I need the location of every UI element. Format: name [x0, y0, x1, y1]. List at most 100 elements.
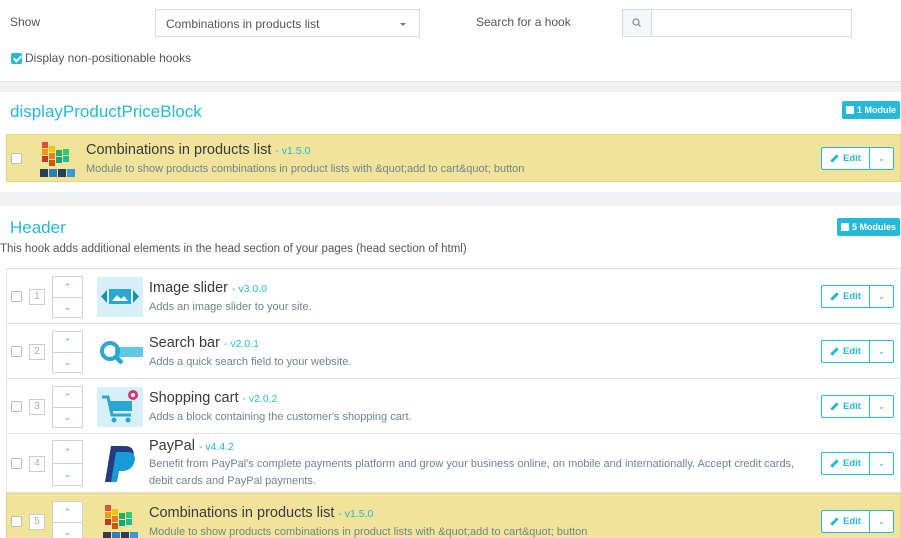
- move-arrows: ⌃ ⌄: [52, 331, 83, 373]
- module-position: 2: [29, 344, 45, 360]
- module-name: Combinations in products list - v1.5.0: [86, 142, 311, 158]
- display-nonpositionable-checkbox[interactable]: [11, 52, 22, 64]
- move-down-button[interactable]: ⌄: [53, 352, 82, 372]
- module-edit-group: Edit ⌄: [821, 395, 894, 418]
- show-select[interactable]: Combinations in products list: [155, 9, 420, 37]
- module-position: 1: [29, 289, 45, 305]
- display-nonpositionable-label: Display non-positionable hooks: [25, 51, 192, 65]
- module-edit-group: Edit ⌄: [821, 285, 894, 308]
- hook-title: Header: [10, 218, 66, 237]
- module-row: 5 ⌃ ⌄ Combinations in products list - v1…: [6, 493, 901, 538]
- module-name: Image slider - v3.0.0: [149, 280, 268, 296]
- chevron-down-icon: ⌄: [877, 516, 886, 526]
- module-count-icon: [845, 106, 854, 114]
- move-down-button[interactable]: ⌄: [53, 407, 82, 427]
- module-row: Combinations in products list - v1.5.0 Mo…: [6, 134, 901, 182]
- module-position: 4: [29, 456, 45, 472]
- pencil-icon: [830, 517, 839, 526]
- module-edit-group: Edit ⌄: [821, 147, 894, 170]
- module-row: 4 ⌃ ⌄ PayPal - v4.4.2 Benefit from PayPal…: [6, 433, 901, 493]
- module-version: - v4.4.2: [198, 441, 234, 453]
- module-select-checkbox[interactable]: [11, 346, 22, 357]
- module-name: Combinations in products list - v1.5.0: [149, 505, 374, 521]
- edit-button[interactable]: Edit: [821, 395, 870, 418]
- move-up-button[interactable]: ⌃: [53, 502, 82, 522]
- chevron-down-icon: ⌄: [877, 291, 886, 301]
- hook-panel-displayproductpriceblock: displayProductPriceBlock 1 Module Combin…: [0, 92, 901, 192]
- edit-dropdown-toggle[interactable]: ⌄: [870, 510, 894, 533]
- hook-description: This hook adds additional elements in th…: [0, 243, 467, 255]
- combinations-icon: [97, 502, 143, 538]
- display-nonpositionable-toggle[interactable]: Display non-positionable hooks: [11, 51, 191, 65]
- move-up-button[interactable]: ⌃: [53, 332, 82, 352]
- module-version: - v2.0.1: [223, 338, 259, 350]
- move-arrows: ⌃ ⌄: [52, 276, 83, 318]
- move-down-button[interactable]: ⌄: [53, 522, 82, 538]
- edit-button[interactable]: Edit: [821, 452, 870, 475]
- search-bar-icon: [97, 332, 143, 372]
- pencil-icon: [830, 154, 839, 163]
- move-down-button[interactable]: ⌄: [53, 463, 82, 485]
- search-hook-label: Search for a hook: [476, 15, 571, 29]
- hook-title: displayProductPriceBlock: [10, 102, 202, 121]
- module-row: 2 ⌃ ⌄ Search bar - v2.0.1 Adds a quick se…: [6, 323, 901, 379]
- module-count-icon: [840, 223, 849, 231]
- move-up-button[interactable]: ⌃: [53, 387, 82, 407]
- module-version: - v1.5.0: [275, 145, 311, 157]
- module-description: Module to show products combinations in …: [86, 163, 525, 175]
- module-position: 3: [29, 399, 45, 415]
- module-version: - v1.5.0: [338, 508, 374, 520]
- module-select-checkbox[interactable]: [11, 291, 22, 302]
- module-edit-group: Edit ⌄: [821, 340, 894, 363]
- module-select-checkbox[interactable]: [11, 516, 22, 527]
- search-icon: [622, 9, 652, 37]
- module-name: Shopping cart - v2.0.2: [149, 390, 278, 406]
- move-down-button[interactable]: ⌄: [53, 297, 82, 317]
- module-edit-group: Edit ⌄: [821, 452, 894, 475]
- search-hook-input[interactable]: [651, 9, 852, 37]
- hook-panel-header: Header 5 Modules This hook adds addition…: [0, 206, 901, 538]
- module-select-checkbox[interactable]: [11, 153, 22, 164]
- edit-dropdown-toggle[interactable]: ⌄: [870, 285, 894, 308]
- module-name: Search bar - v2.0.1: [149, 335, 259, 351]
- edit-dropdown-toggle[interactable]: ⌄: [870, 147, 894, 170]
- image-slider-icon: [97, 277, 143, 317]
- module-select-checkbox[interactable]: [11, 401, 22, 412]
- chevron-down-icon: ⌄: [877, 346, 886, 356]
- edit-dropdown-toggle[interactable]: ⌄: [870, 340, 894, 363]
- edit-dropdown-toggle[interactable]: ⌄: [870, 452, 894, 475]
- edit-button[interactable]: Edit: [821, 510, 870, 533]
- move-arrows: ⌃ ⌄: [52, 501, 83, 538]
- edit-button[interactable]: Edit: [821, 147, 870, 170]
- module-description: Adds a quick search field to your websit…: [149, 356, 352, 368]
- move-up-button[interactable]: ⌃: [53, 441, 82, 463]
- pencil-icon: [830, 347, 839, 356]
- edit-button[interactable]: Edit: [821, 285, 870, 308]
- module-edit-group: Edit ⌄: [821, 510, 894, 533]
- module-name: PayPal - v4.4.2: [149, 438, 234, 454]
- pencil-icon: [830, 459, 839, 468]
- pencil-icon: [830, 402, 839, 411]
- paypal-icon: [97, 444, 143, 484]
- module-row: 3 ⌃ ⌄ Shopping cart - v2.0.2 Adds a block…: [6, 378, 901, 434]
- hook-filter-panel: Show Combinations in products list Searc…: [0, 0, 901, 82]
- chevron-down-icon: [400, 23, 406, 26]
- module-position: 5: [29, 514, 45, 530]
- edit-button[interactable]: Edit: [821, 340, 870, 363]
- move-arrows: ⌃ ⌄: [52, 440, 83, 486]
- show-select-value: Combinations in products list: [166, 17, 320, 31]
- shopping-cart-icon: [97, 387, 143, 427]
- module-description: Adds an image slider to your site.: [149, 301, 312, 313]
- move-up-button[interactable]: ⌃: [53, 277, 82, 297]
- module-version: - v2.0.2: [242, 393, 278, 405]
- module-select-checkbox[interactable]: [11, 458, 22, 469]
- edit-dropdown-toggle[interactable]: ⌄: [870, 395, 894, 418]
- module-count-badge[interactable]: 5 Modules: [836, 218, 900, 236]
- show-label: Show: [10, 15, 41, 29]
- module-count-badge[interactable]: 1 Module: [841, 101, 900, 119]
- module-description: Module to show products combinations in …: [149, 526, 588, 538]
- chevron-down-icon: ⌄: [877, 401, 886, 411]
- module-version: - v3.0.0: [231, 283, 268, 295]
- chevron-down-icon: ⌄: [877, 458, 886, 468]
- move-arrows: ⌃ ⌄: [52, 386, 83, 428]
